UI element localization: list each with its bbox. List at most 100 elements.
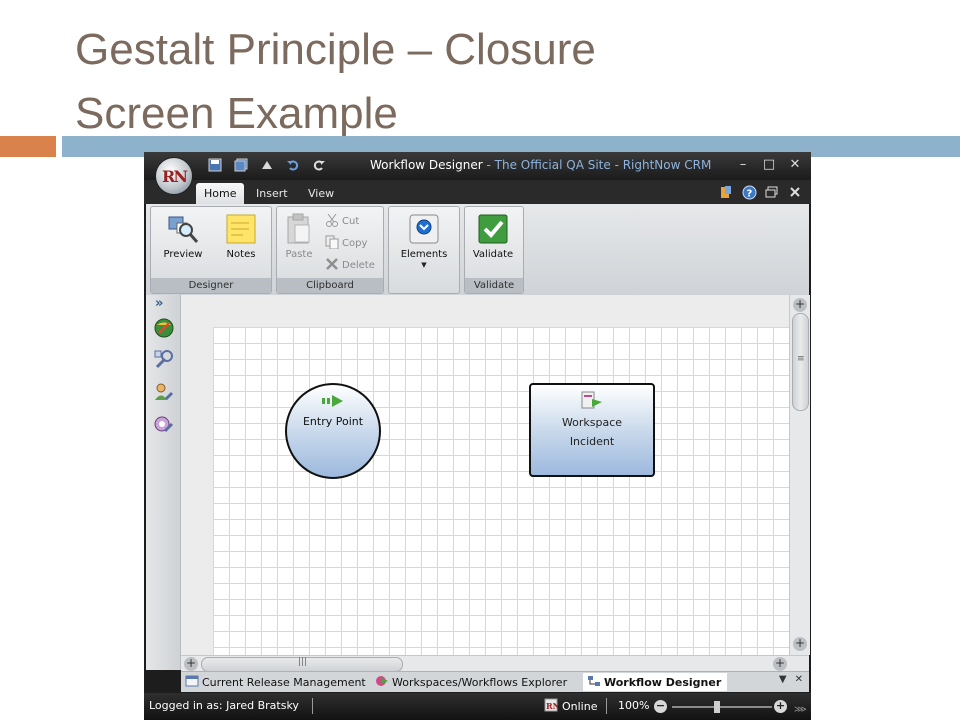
close-button[interactable]: ✕ bbox=[787, 156, 803, 174]
redo-icon[interactable] bbox=[310, 156, 328, 174]
paste-label: Paste bbox=[285, 249, 313, 260]
doc-tab-current-release-label: Current Release Management bbox=[202, 675, 366, 689]
copy-label: Copy bbox=[342, 237, 368, 249]
scissors-icon bbox=[325, 213, 339, 230]
doc-tab-workflow-designer-label: Workflow Designer bbox=[604, 675, 722, 689]
tab-insert[interactable]: Insert bbox=[256, 183, 288, 204]
tab-home[interactable]: Home bbox=[196, 183, 245, 204]
delete-icon bbox=[325, 257, 339, 274]
scroll-left-plus-icon[interactable]: + bbox=[184, 657, 198, 671]
group-validate: Validate Validate bbox=[464, 206, 524, 294]
title-bar: Workflow Designer - The Official QA Site… bbox=[144, 152, 811, 180]
globe-tool-icon[interactable] bbox=[153, 317, 175, 339]
entry-point-node[interactable]: Entry Point bbox=[285, 383, 381, 479]
preview-icon bbox=[167, 213, 199, 245]
scroll-right-plus-icon[interactable]: + bbox=[773, 657, 787, 671]
horizontal-scroll-thumb[interactable]: ||| bbox=[201, 657, 403, 672]
zoom-thumb[interactable] bbox=[714, 701, 720, 713]
zoom-out-icon[interactable]: − bbox=[654, 700, 667, 713]
window-title-sub: - The Official QA Site - RightNow CRM bbox=[482, 158, 712, 172]
doc-tab-workspaces-explorer-label: Workspaces/Workflows Explorer bbox=[392, 675, 568, 689]
doc-tab-current-release[interactable]: Current Release Management bbox=[185, 673, 366, 691]
validate-label: Validate bbox=[472, 249, 514, 260]
preview-button[interactable]: Preview bbox=[157, 211, 209, 260]
slide-title: Gestalt Principle – Closure Screen Examp… bbox=[75, 18, 935, 146]
status-bar: Logged in as: Jared Bratsky RN Online 10… bbox=[144, 693, 811, 720]
horizontal-scrollbar[interactable]: + ||| + bbox=[181, 655, 809, 672]
logged-in-user: Logged in as: Jared Bratsky bbox=[149, 699, 299, 712]
tab-list-icon[interactable]: ▼ bbox=[779, 674, 787, 685]
user-wrench-tool-icon[interactable] bbox=[153, 381, 175, 403]
svg-text:RN: RN bbox=[546, 701, 558, 711]
rightnow-icon: RN bbox=[544, 698, 560, 715]
document-tabs: Current Release Management Workspaces/Wo… bbox=[181, 671, 809, 692]
copy-icon bbox=[325, 235, 339, 252]
save-icon[interactable] bbox=[206, 156, 224, 174]
paste-icon bbox=[283, 213, 315, 245]
expand-chevron-icon[interactable]: » bbox=[155, 296, 163, 311]
ribbon-right-icons: ? bbox=[718, 184, 803, 200]
close-pane-icon[interactable] bbox=[787, 184, 803, 200]
resize-grip-icon[interactable]: ⋙ bbox=[794, 705, 807, 715]
connection-label: Online bbox=[562, 700, 598, 713]
canvas-grid bbox=[213, 327, 789, 655]
designer-canvas[interactable]: Entry Point Workspace Incident bbox=[181, 295, 789, 655]
workspace-label-line1: Workspace bbox=[561, 416, 623, 429]
save-all-icon[interactable] bbox=[232, 156, 250, 174]
left-toolbar: » bbox=[146, 295, 181, 670]
notes-label: Notes bbox=[226, 249, 256, 260]
notes-icon bbox=[225, 213, 257, 245]
elements-label: Elements bbox=[400, 249, 448, 260]
ribbon: Preview Notes Designer Paste Cut Copy De… bbox=[146, 204, 809, 295]
connection-status: RN Online bbox=[544, 698, 597, 715]
bookmark-icon[interactable] bbox=[718, 184, 734, 200]
window-title-main: Workflow Designer bbox=[370, 158, 483, 172]
status-separator bbox=[312, 698, 313, 714]
group-elements: Elements ▼ bbox=[388, 206, 460, 294]
quick-access-toolbar bbox=[206, 156, 328, 174]
cut-button[interactable]: Cut bbox=[325, 213, 359, 229]
delete-label: Delete bbox=[342, 259, 375, 271]
zoom-level: 100% bbox=[618, 699, 650, 712]
workflow-designer-window: Workflow Designer - The Official QA Site… bbox=[144, 152, 811, 720]
paste-button[interactable]: Paste bbox=[273, 211, 325, 260]
notes-button[interactable]: Notes bbox=[215, 211, 267, 260]
workspace-incident-node[interactable]: Workspace Incident bbox=[529, 383, 655, 477]
tab-view[interactable]: View bbox=[308, 183, 334, 204]
validate-button[interactable]: Validate bbox=[467, 211, 519, 260]
explorer-icon bbox=[375, 675, 389, 690]
help-icon[interactable]: ? bbox=[741, 184, 757, 200]
restore-icon[interactable] bbox=[764, 184, 780, 200]
workspace-label: Workspace Incident bbox=[531, 413, 653, 451]
app-menu-button[interactable]: RN bbox=[155, 157, 193, 195]
gear-wrench-tool-icon[interactable] bbox=[153, 413, 175, 435]
ribbon-tab-row: Home Insert View ? bbox=[144, 180, 811, 204]
copy-button[interactable]: Copy bbox=[325, 235, 367, 251]
zoom-in-bottom-icon[interactable]: + bbox=[793, 637, 807, 651]
window-controls: – □ ✕ bbox=[735, 156, 803, 174]
entry-point-label: Entry Point bbox=[302, 415, 364, 428]
elements-button[interactable]: Elements ▼ bbox=[395, 211, 453, 269]
checkmark-icon bbox=[477, 213, 509, 245]
grip-icon: ≡ bbox=[797, 354, 805, 364]
tab-close-icon[interactable]: ✕ bbox=[795, 674, 803, 685]
delete-button[interactable]: Delete bbox=[325, 257, 375, 273]
group-clipboard-label: Clipboard bbox=[277, 278, 383, 293]
elements-icon bbox=[408, 213, 440, 245]
zoom-slider[interactable]: − + bbox=[654, 700, 790, 714]
dropdown-arrow-icon: ▼ bbox=[421, 261, 427, 269]
workspace-icon bbox=[580, 391, 604, 411]
doc-tab-workflow-designer[interactable]: Workflow Designer bbox=[583, 673, 728, 691]
wrench-tool-icon[interactable] bbox=[153, 349, 175, 371]
maximize-button[interactable]: □ bbox=[761, 156, 777, 174]
zoom-in-top-icon[interactable]: + bbox=[793, 298, 807, 312]
slide-title-line1: Gestalt Principle – Closure bbox=[75, 25, 596, 74]
minimize-button[interactable]: – bbox=[735, 156, 751, 174]
zoom-in-icon[interactable]: + bbox=[774, 700, 787, 713]
accent-bar-orange bbox=[0, 136, 56, 157]
vertical-scrollbar[interactable]: + ≡ + bbox=[789, 295, 810, 655]
clear-icon[interactable] bbox=[258, 156, 276, 174]
doc-tab-workspaces-explorer[interactable]: Workspaces/Workflows Explorer bbox=[375, 673, 567, 691]
undo-icon[interactable] bbox=[284, 156, 302, 174]
vertical-scroll-thumb[interactable]: ≡ bbox=[792, 313, 809, 411]
